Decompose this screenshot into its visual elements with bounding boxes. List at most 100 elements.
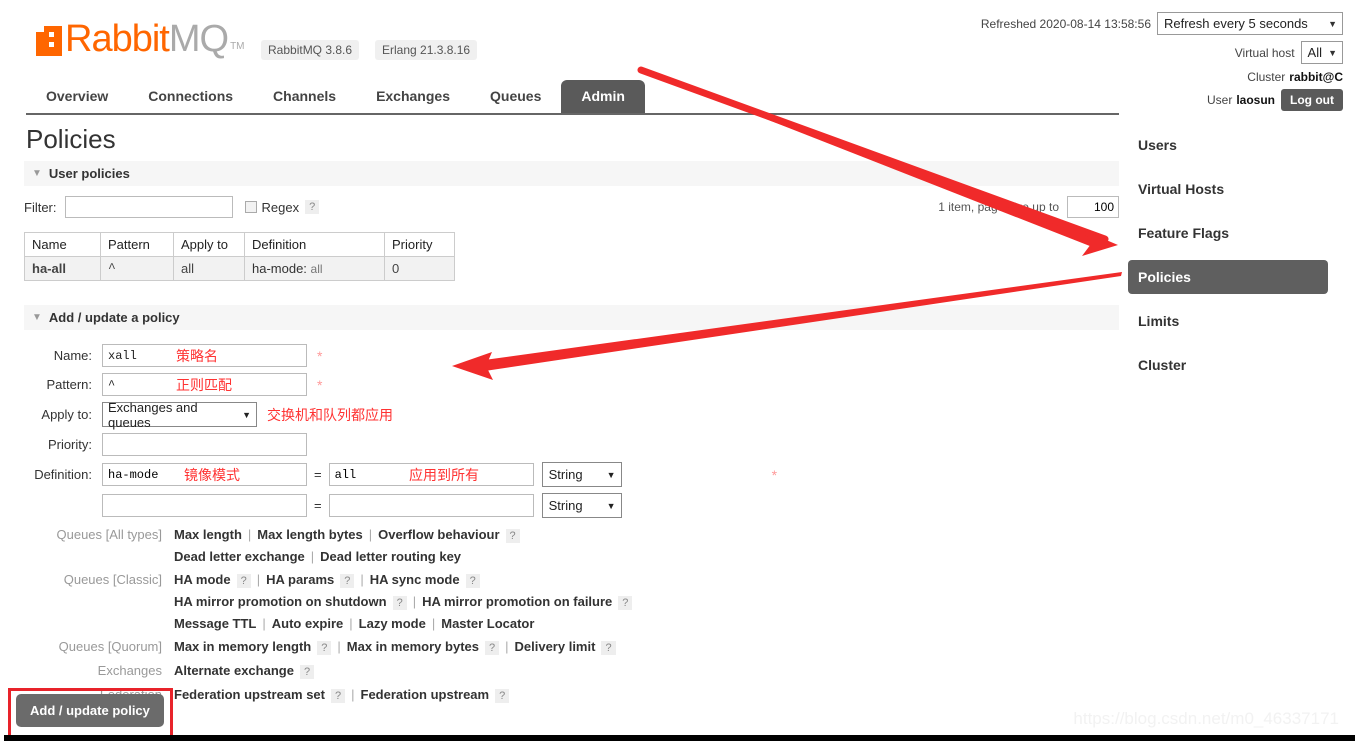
page-size-input[interactable] <box>1067 196 1119 218</box>
hint-line: Message TTL | Auto expire | Lazy mode | Master… <box>174 613 632 634</box>
hint-link[interactable]: Max in memory length <box>174 639 311 654</box>
cell-policy-name[interactable]: ha-all <box>24 256 101 281</box>
column-header-pattern[interactable]: Pattern <box>100 232 174 257</box>
sidebar-item-feature-flags[interactable]: Feature Flags <box>1128 216 1328 250</box>
hint-help-icon[interactable]: ? <box>505 529 520 543</box>
tab-connections[interactable]: Connections <box>128 80 253 114</box>
logout-button[interactable]: Log out <box>1281 89 1343 111</box>
definition-equals-1: = <box>314 467 322 482</box>
sidebar-item-virtual-hosts[interactable]: Virtual Hosts <box>1128 172 1328 206</box>
hint-link[interactable]: Message TTL <box>174 616 256 631</box>
rabbit-logo-icon <box>36 26 62 56</box>
cell-policy-definition: ha-mode: all <box>244 256 385 281</box>
vhost-select[interactable]: All ▼ <box>1300 41 1343 64</box>
hint-link[interactable]: HA params <box>266 572 334 587</box>
tab-overview[interactable]: Overview <box>26 80 128 114</box>
sidebar-item-cluster[interactable]: Cluster <box>1128 348 1328 382</box>
name-input[interactable] <box>102 344 307 367</box>
definition-value-input-2[interactable] <box>328 494 534 517</box>
hint-link[interactable]: Delivery limit <box>515 639 596 654</box>
user-policies-section-header[interactable]: ▼ User policies <box>24 161 1119 186</box>
hint-group-links: Alternate exchange? <box>174 660 315 682</box>
paging-controls: 1 item, page size up to <box>938 196 1119 218</box>
hint-link[interactable]: HA mirror promotion on shutdown <box>174 594 387 609</box>
filter-row: Filter: Regex ? 1 item, page size up to <box>24 196 1119 218</box>
tab-exchanges[interactable]: Exchanges <box>356 80 470 114</box>
hint-group-links: Max length | Max length bytes | Overflow beh… <box>174 524 520 567</box>
vhost-label: Virtual host <box>1234 45 1295 60</box>
triangle-down-icon: ▼ <box>32 312 42 323</box>
hint-help-icon[interactable]: ? <box>392 596 407 610</box>
definition-hint-groups: Queues [All types] Max length | Max length … <box>24 524 1119 706</box>
hint-link[interactable]: HA sync mode <box>370 572 460 587</box>
hint-help-icon[interactable]: ? <box>484 641 500 655</box>
hint-help-icon[interactable]: ? <box>618 596 633 610</box>
rabbitmq-logo[interactable]: Rabbit MQ TM <box>36 18 245 60</box>
definition-type-select-2[interactable]: String ▼ <box>541 493 622 518</box>
column-header-apply-to[interactable]: Apply to <box>173 232 245 257</box>
hint-separator: | <box>351 687 355 702</box>
hint-help-icon[interactable]: ? <box>465 574 480 588</box>
hint-link[interactable]: HA mode <box>174 572 231 587</box>
hint-link[interactable]: Auto expire <box>272 616 344 631</box>
definition-key: ha-mode: <box>252 261 307 276</box>
hint-link[interactable]: Federation upstream <box>361 687 490 702</box>
tab-queues[interactable]: Queues <box>470 80 561 114</box>
hint-help-icon[interactable]: ? <box>317 641 332 655</box>
table-row[interactable]: ha-all ^ all ha-mode: all 0 <box>24 256 455 281</box>
regex-help-icon[interactable]: ? <box>305 200 320 214</box>
definition-key-input-2[interactable] <box>102 494 307 517</box>
sidebar-item-policies[interactable]: Policies <box>1128 260 1328 294</box>
hint-link[interactable]: HA mirror promotion on failure <box>422 594 612 609</box>
filter-input[interactable] <box>64 196 233 218</box>
hint-link[interactable]: Alternate exchange <box>174 663 294 678</box>
refresh-interval-select[interactable]: Refresh every 5 seconds ▼ <box>1157 12 1343 35</box>
hint-group: FederationFederation upstream set?|Feder… <box>24 684 1119 706</box>
hint-group: Queues [Quorum] Max in memory length? | Max… <box>24 636 1119 658</box>
hint-link[interactable]: Max in memory bytes <box>347 639 479 654</box>
tab-admin[interactable]: Admin <box>561 80 645 114</box>
apply-to-select[interactable]: Exchanges and queues ▼ <box>102 400 257 430</box>
hint-separator: | <box>256 572 261 587</box>
hint-help-icon[interactable]: ? <box>331 689 346 703</box>
hint-link[interactable]: Max length <box>174 527 242 542</box>
chevron-down-icon: ▼ <box>242 409 251 420</box>
hint-help-icon[interactable]: ? <box>340 574 355 588</box>
field-row-name: Name: 策略名 * <box>24 344 1119 367</box>
header-right-controls: Refreshed 2020-08-14 13:58:56 Refresh ev… <box>981 12 1343 117</box>
logo-mq-text: MQ <box>168 18 229 60</box>
hint-help-icon[interactable]: ? <box>236 574 251 588</box>
definition-type-select-1[interactable]: String ▼ <box>541 462 622 487</box>
cluster-row: Cluster rabbit@C <box>981 70 1343 84</box>
column-header-definition[interactable]: Definition <box>244 232 385 257</box>
hint-link[interactable]: Federation upstream set <box>174 687 325 702</box>
hint-group-label: Queues [Quorum] <box>58 639 162 654</box>
hint-line: Federation upstream set? | Federation upst… <box>174 684 510 706</box>
rabbitmq-management-page: Rabbit MQ TM RabbitMQ 3.8.6 Erlang 21.3.… <box>0 0 1355 741</box>
add-policy-section-header[interactable]: ▼ Add / update a policy <box>24 305 1119 330</box>
field-row-priority: Priority: <box>24 433 1119 456</box>
sidebar-item-limits[interactable]: Limits <box>1128 304 1328 338</box>
hint-help-icon[interactable]: ? <box>299 665 315 679</box>
tab-channels[interactable]: Channels <box>253 80 356 114</box>
hint-link[interactable]: Dead letter exchange <box>174 549 305 564</box>
add-policy-section-label: Add / update a policy <box>48 310 180 325</box>
hint-link[interactable]: Master Locator <box>441 616 534 631</box>
column-header-priority[interactable]: Priority <box>384 232 455 257</box>
definition-key-input-1[interactable] <box>102 463 307 486</box>
hint-help-icon[interactable]: ? <box>601 641 616 655</box>
hint-help-icon[interactable]: ? <box>495 689 510 703</box>
column-header-name[interactable]: Name <box>24 232 101 257</box>
hint-link[interactable]: Max length bytes <box>257 527 362 542</box>
pattern-input[interactable] <box>102 373 307 396</box>
add-update-policy-button[interactable]: Add / update policy <box>16 694 164 727</box>
definition-value-input-1[interactable] <box>328 463 534 486</box>
sidebar-item-users[interactable]: Users <box>1128 128 1328 162</box>
priority-input[interactable] <box>102 433 307 456</box>
pattern-required-mark: * <box>317 376 323 393</box>
regex-checkbox[interactable] <box>244 201 257 213</box>
hint-link[interactable]: Overflow behaviour <box>378 527 499 542</box>
hint-link[interactable]: Dead letter routing key <box>320 549 461 564</box>
hint-link[interactable]: Lazy mode <box>359 616 426 631</box>
hint-separator: | <box>412 594 417 609</box>
